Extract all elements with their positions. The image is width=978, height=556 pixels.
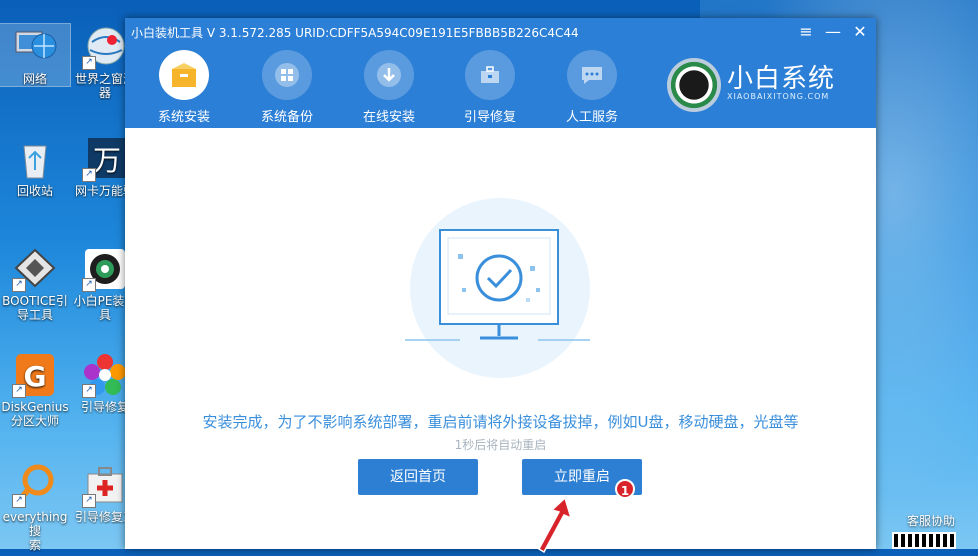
svg-text:万: 万 — [93, 144, 121, 177]
desktop-icon-label: 回收站 — [16, 184, 53, 198]
toolbox-icon — [465, 50, 515, 100]
bootice-icon: ↗ — [12, 246, 58, 292]
tab-label: 系统安装 — [157, 110, 210, 125]
desktop-icon-bootice[interactable]: ↗ BOOTICE引 导工具 — [0, 246, 70, 322]
tab-manual-service[interactable]: 人工服务 — [553, 50, 631, 125]
shortcut-arrow-icon: ↗ — [82, 384, 96, 398]
desktop-icon-everything[interactable]: ↗ everything搜 索 — [0, 462, 70, 552]
everything-search-icon: ↗ — [12, 462, 58, 508]
shortcut-arrow-icon: ↗ — [82, 278, 96, 292]
qr-code-icon — [892, 532, 956, 549]
xiaobai-logo-icon — [667, 58, 721, 112]
tab-system-backup[interactable]: 系统备份 — [248, 50, 326, 125]
tab-label: 系统备份 — [260, 110, 313, 125]
main-content: 安装完成，为了不影响系统部署，重启前请将外接设备拔掉，例如U盘，移动硬盘，光盘等… — [125, 128, 876, 554]
desktop-icon-diskgenius[interactable]: G ↗ DiskGenius 分区大师 — [0, 352, 70, 428]
shortcut-arrow-icon: ↗ — [82, 494, 96, 508]
browser-icon: ↗ — [82, 24, 128, 70]
xiaobai-pe-icon: ↗ — [82, 246, 128, 292]
tab-boot-repair[interactable]: 引导修复 — [451, 50, 529, 125]
download-icon — [364, 50, 414, 100]
tab-system-install[interactable]: 系统安装 — [145, 50, 223, 125]
minimize-button[interactable]: — — [822, 22, 844, 42]
netcard-icon: 万 ↗ — [82, 136, 128, 182]
network-icon — [12, 24, 58, 70]
tab-label: 人工服务 — [565, 110, 618, 125]
desktop-icon-label: BOOTICE引 导工具 — [2, 294, 68, 322]
boot-repair-flower-icon: ↗ — [82, 352, 128, 398]
shortcut-arrow-icon: ↗ — [12, 384, 26, 398]
diskgenius-icon: G ↗ — [12, 352, 58, 398]
desktop-icon-recycle-bin[interactable]: 回收站 — [0, 136, 70, 198]
tab-label: 引导修复 — [463, 110, 516, 125]
svg-text:G: G — [24, 360, 47, 393]
install-complete-illustration — [405, 198, 590, 378]
support-label[interactable]: 客服协助 — [888, 512, 974, 529]
desktop-icon-label: 网络 — [22, 72, 47, 86]
close-button[interactable]: ✕ — [849, 22, 871, 42]
desktop-icon-network[interactable]: 网络 — [0, 23, 71, 87]
window-header: 小白装机工具 V 3.1.572.285 URID:CDFF5A594C09E1… — [125, 18, 876, 128]
windows-icon — [262, 50, 312, 100]
first-aid-kit-icon: ↗ — [82, 462, 128, 508]
chat-icon — [567, 50, 617, 100]
shortcut-arrow-icon: ↗ — [12, 278, 26, 292]
box-icon — [159, 50, 209, 100]
window-title: 小白装机工具 V 3.1.572.285 URID:CDFF5A594C09E1… — [131, 26, 579, 40]
restart-countdown: 1秒后将自动重启 — [454, 438, 547, 452]
shortcut-arrow-icon: ↗ — [12, 494, 26, 508]
tab-online-install[interactable]: 在线安装 — [350, 50, 428, 125]
menu-button[interactable]: ≡ — [795, 22, 817, 42]
xiaobai-installer-window: 小白装机工具 V 3.1.572.285 URID:CDFF5A594C09E1… — [125, 18, 876, 554]
shortcut-arrow-icon: ↗ — [82, 168, 96, 182]
recycle-bin-icon — [12, 136, 58, 182]
tab-label: 在线安装 — [362, 110, 415, 125]
brand: 小白系统 XIAOBAIXITONG.COM — [667, 58, 857, 114]
pointer-arrow-icon — [537, 496, 573, 554]
install-complete-message: 安装完成，为了不影响系统部署，重启前请将外接设备拔掉，例如U盘，移动硬盘，光盘等 — [202, 413, 799, 431]
back-home-button[interactable]: 返回首页 — [358, 459, 478, 495]
brand-domain: XIAOBAIXITONG.COM — [727, 92, 830, 101]
brand-name: 小白系统 — [727, 64, 836, 94]
shortcut-arrow-icon: ↗ — [82, 56, 96, 70]
desktop-icon-label: everything搜 索 — [2, 510, 68, 552]
step-badge: 1 — [615, 479, 635, 499]
desktop-icon-label: DiskGenius 分区大师 — [1, 400, 69, 428]
